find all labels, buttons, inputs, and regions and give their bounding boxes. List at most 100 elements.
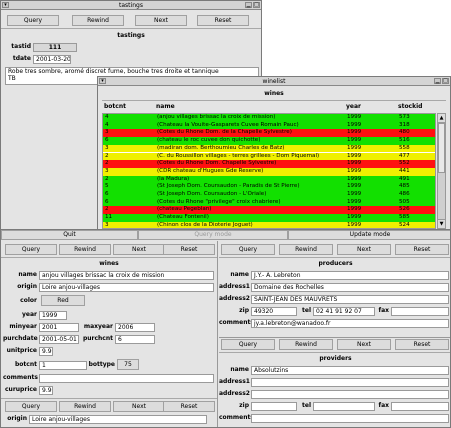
- comments-field[interactable]: [39, 374, 214, 383]
- tel-field[interactable]: 02 41 91 92 07: [313, 307, 375, 316]
- color-selector[interactable]: Red: [41, 295, 85, 306]
- rewind-button[interactable]: Rewind: [279, 339, 333, 350]
- next-button[interactable]: Next: [113, 401, 165, 412]
- wine-list-row[interactable]: 3 (CDR chateau d'Hugues Gde Reserve) 1999 4…: [103, 167, 435, 176]
- wine-list-row[interactable]: 6 (Cotes du Rhone "privilege" croix chabr…: [103, 198, 435, 207]
- origin-field[interactable]: Loire anjou-villages: [39, 283, 214, 292]
- minimize-icon[interactable]: ▁: [434, 78, 441, 84]
- query-button[interactable]: Query: [5, 401, 57, 412]
- col-botcnt[interactable]: botcnt: [104, 102, 126, 111]
- query-button[interactable]: Query: [221, 244, 275, 255]
- scroll-thumb[interactable]: [438, 123, 445, 173]
- cell-stockid: 516: [399, 137, 410, 144]
- scroll-up-icon[interactable]: ▲: [438, 114, 445, 123]
- cell-year: 1999: [347, 129, 362, 136]
- purchcnt-field[interactable]: 6: [115, 335, 155, 344]
- address2-field[interactable]: [251, 390, 449, 399]
- tel-field[interactable]: [313, 402, 375, 411]
- minimize-icon[interactable]: ▁: [245, 2, 252, 8]
- fax-field[interactable]: [391, 402, 449, 411]
- cell-botcnt: 2: [105, 152, 109, 159]
- name-field[interactable]: Absolutzins: [251, 366, 449, 375]
- address1-field[interactable]: [251, 378, 449, 387]
- address1-field[interactable]: Domaine des Rochelles: [251, 283, 449, 292]
- query-button[interactable]: Query: [5, 244, 57, 255]
- wine-list-row[interactable]: 6 (St Joseph Dom. Coursaudon - L'Oriale) 1…: [103, 191, 435, 199]
- col-year[interactable]: year: [346, 102, 361, 111]
- quit-button[interactable]: Quit: [1, 230, 138, 240]
- minyear-field[interactable]: 2001: [39, 323, 79, 332]
- rewind-button[interactable]: Rewind: [72, 15, 124, 26]
- tastings-titlebar[interactable]: ▾ tastings ▁ □: [1, 1, 261, 10]
- cell-botcnt: 2: [105, 160, 109, 167]
- rewind-button[interactable]: Rewind: [59, 244, 111, 255]
- cell-botcnt: 2: [105, 175, 109, 182]
- wine-list-row[interactable]: 2 (chateau Pegeblan) 1999 526: [103, 206, 435, 215]
- wine-list-row[interactable]: 2 (la Madura) 1999 491: [103, 175, 435, 184]
- next-button[interactable]: Next: [135, 15, 187, 26]
- wine-list-row[interactable]: 3 (Cotes du Rhone Dom. de la Chapelle Syl…: [103, 129, 435, 138]
- tel-label: tel: [302, 402, 311, 409]
- tdate-field[interactable]: 2001-03-20: [33, 55, 71, 64]
- query-button[interactable]: Query: [7, 15, 59, 26]
- scrollbar[interactable]: ▲ ▼: [437, 113, 446, 229]
- cell-year: 1999: [347, 198, 362, 205]
- botcnt-field[interactable]: 1: [39, 361, 87, 370]
- year-field[interactable]: 1999: [39, 311, 67, 320]
- color-label: color: [20, 297, 37, 304]
- maxyear-field[interactable]: 2006: [115, 323, 155, 332]
- wine-list-row[interactable]: 4 (anjou villages brissac la croix de mis…: [103, 114, 435, 122]
- zip-field[interactable]: 49320: [251, 307, 297, 316]
- next-button[interactable]: Next: [337, 339, 391, 350]
- wine-list-row[interactable]: 6 (chateau le roc cuvee don quichotte) 199…: [103, 137, 435, 145]
- zip-label: zip: [239, 307, 249, 314]
- address2-label: address2: [219, 295, 250, 302]
- query-button[interactable]: Query: [221, 339, 275, 350]
- wine-list-row[interactable]: 2 (Cotes du Rhone Dom. Chapelle Sylvestre…: [103, 160, 435, 168]
- fax-field[interactable]: [391, 307, 449, 316]
- query-mode-button[interactable]: Query mode: [138, 230, 288, 240]
- next-button[interactable]: Next: [113, 244, 165, 255]
- origin-field[interactable]: Loire anjou-villages: [29, 415, 207, 424]
- col-name[interactable]: name: [156, 102, 175, 111]
- tastid-field[interactable]: 111: [33, 43, 77, 52]
- cell-name: (Chateau la Vouite-Gasparets Cuvee Romai…: [157, 121, 299, 128]
- winelist-titlebar[interactable]: ▾ winelist ▁ □: [98, 77, 450, 86]
- maximize-icon[interactable]: □: [442, 78, 449, 84]
- wine-list-row[interactable]: 2 (C. du Roussillon villages - terres gri…: [103, 152, 435, 161]
- maximize-icon[interactable]: □: [253, 2, 260, 8]
- rewind-button[interactable]: Rewind: [279, 244, 333, 255]
- zip-field[interactable]: [251, 402, 297, 411]
- update-mode-button[interactable]: Update mode: [288, 230, 450, 240]
- next-button[interactable]: Next: [337, 244, 391, 255]
- rewind-button[interactable]: Rewind: [59, 401, 111, 412]
- curuprice-field[interactable]: 9.91: [39, 386, 53, 395]
- comments-label: comments: [219, 319, 254, 326]
- wine-list-row[interactable]: 5 (St Joseph Dom. Coursaudon - Paradis de…: [103, 183, 435, 191]
- name-field[interactable]: J.Y.- A. Lebreton: [251, 271, 449, 280]
- bottype-selector[interactable]: 75: [117, 359, 139, 370]
- reset-button[interactable]: Reset: [163, 401, 215, 412]
- cell-stockid: 486: [399, 191, 410, 197]
- purchdate-field[interactable]: 2001-05-01: [39, 335, 79, 344]
- wine-list-row[interactable]: 4 (Chateau la Vouite-Gasparets Cuvee Roma…: [103, 121, 435, 130]
- unitprice-field[interactable]: 9.91: [39, 347, 53, 356]
- scroll-down-icon[interactable]: ▼: [438, 219, 445, 228]
- cell-name: (madiran dom. Berthoumieu Charles de Bat…: [157, 144, 285, 151]
- wine-list[interactable]: 4 (anjou villages brissac la croix de mis…: [102, 113, 436, 229]
- wine-list-row[interactable]: 3 (Chinon clos de la Dioterie Joguet) 1999…: [103, 221, 435, 228]
- comments-field[interactable]: [251, 414, 449, 423]
- reset-button[interactable]: Reset: [395, 339, 449, 350]
- wine-list-row[interactable]: 11 (Chateau Fontenil) 1999 585: [103, 214, 435, 222]
- name-field[interactable]: anjou villages brissac la croix de missi…: [39, 271, 214, 280]
- wine-list-row[interactable]: 3 (madiran dom. Berthoumieu Charles de Ba…: [103, 144, 435, 153]
- reset-button[interactable]: Reset: [163, 244, 215, 255]
- cell-stockid: 505: [399, 198, 410, 205]
- cell-botcnt: 3: [105, 167, 109, 174]
- comments-field[interactable]: jy.a.lebreton@wanadoo.fr: [251, 319, 449, 328]
- reset-button[interactable]: Reset: [395, 244, 449, 255]
- reset-button[interactable]: Reset: [197, 15, 249, 26]
- address2-field[interactable]: SAINT-JEAN DES MAUVRETS: [251, 295, 449, 304]
- col-stockid[interactable]: stockid: [398, 102, 422, 111]
- cell-stockid: 485: [399, 183, 410, 190]
